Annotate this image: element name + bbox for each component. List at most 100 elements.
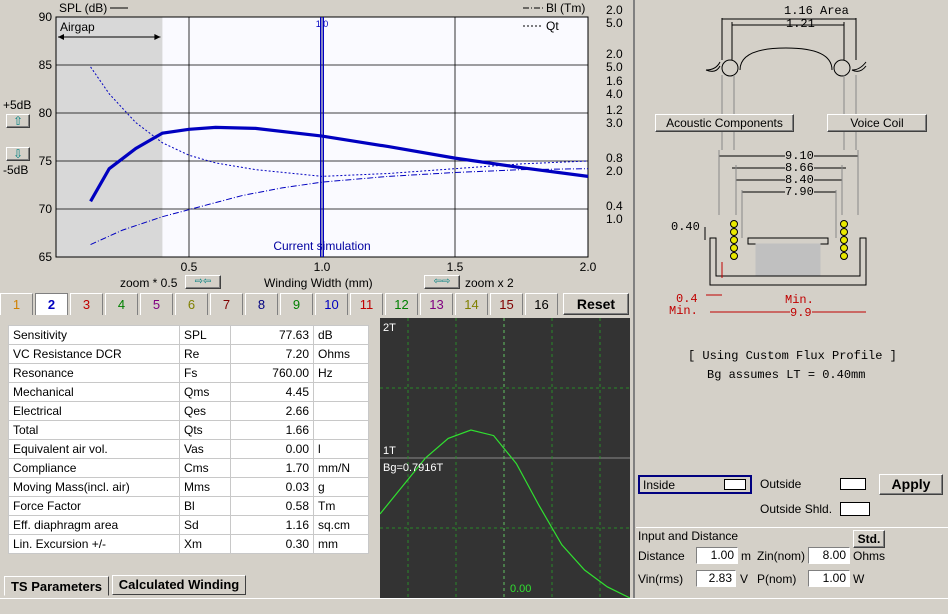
coil-right xyxy=(841,221,848,260)
tab-6[interactable]: 6 xyxy=(175,293,208,315)
ts-param-name: Eff. diaphragm area xyxy=(9,516,180,535)
ts-param-value: 2.66 xyxy=(231,402,314,421)
qt-axis-label: 3.0 xyxy=(606,116,623,130)
legend-bl: Bl (Tm) xyxy=(546,1,585,15)
tab-7[interactable]: 7 xyxy=(210,293,243,315)
zin-label: Zin(nom) xyxy=(757,549,805,563)
ts-param-value: 0.30 xyxy=(231,535,314,554)
zoom-up-button[interactable]: ⇧ xyxy=(6,114,30,128)
ts-param-value: 4.45 xyxy=(231,383,314,402)
ts-param-value: 0.03 xyxy=(231,478,314,497)
legend-qt: Qt xyxy=(546,19,559,33)
qt-axis-label: 5.0 xyxy=(606,60,623,74)
tab-4[interactable]: 4 xyxy=(105,293,138,315)
ts-param-unit: g xyxy=(314,478,369,497)
zoom-double-label: zoom x 2 xyxy=(465,276,514,290)
ts-param-unit xyxy=(314,402,369,421)
qt-axis-label: 2.0 xyxy=(606,164,623,178)
bl-axis-label: 2.0 xyxy=(606,47,623,61)
airgap-region xyxy=(56,17,162,257)
ts-row: Eff. diaphragm areaSd1.16sq.cm xyxy=(9,516,369,535)
ts-param-unit: dB xyxy=(314,326,369,345)
pnom-input[interactable]: 1.00 xyxy=(808,570,850,587)
dim-99: 9.9 xyxy=(790,306,812,320)
distance-input[interactable]: 1.00 xyxy=(696,547,738,564)
ts-param-unit xyxy=(314,421,369,440)
ts-row: VC Resistance DCRRe7.20Ohms xyxy=(9,345,369,364)
current-x-label: 1.0 xyxy=(316,19,329,29)
tab-13[interactable]: 13 xyxy=(420,293,453,315)
apply-button[interactable]: Apply xyxy=(879,474,943,495)
tab-8[interactable]: 8 xyxy=(245,293,278,315)
tab-15[interactable]: 15 xyxy=(490,293,523,315)
tab-1[interactable]: 1 xyxy=(0,293,33,315)
bl-axis-top: 2.0 xyxy=(606,3,623,17)
y-tick-label: 65 xyxy=(39,250,53,264)
zoom-down-label: -5dB xyxy=(3,163,28,177)
ts-param-name: Electrical xyxy=(9,402,180,421)
acoustic-components-button[interactable]: Acoustic Components xyxy=(655,114,794,132)
tab-ts-parameters[interactable]: TS Parameters xyxy=(4,576,109,596)
zoom-down-button[interactable]: ⇩ xyxy=(6,147,30,161)
outside-option[interactable]: Outside xyxy=(757,475,872,494)
arrow-up-icon: ⇧ xyxy=(13,114,23,128)
tab-11[interactable]: 11 xyxy=(350,293,383,315)
outside-shield-option[interactable]: Outside Shld. xyxy=(757,500,872,519)
tab-2[interactable]: 2 xyxy=(35,293,68,315)
ts-row: SensitivitySPL77.63dB xyxy=(9,326,369,345)
current-sim-label: Current simulation xyxy=(273,239,370,253)
tab-3[interactable]: 3 xyxy=(70,293,103,315)
ts-param-symbol: Mms xyxy=(180,478,231,497)
distance-unit: m xyxy=(741,549,751,563)
ts-param-unit xyxy=(314,383,369,402)
ts-param-unit: mm xyxy=(314,535,369,554)
tab-12[interactable]: 12 xyxy=(385,293,418,315)
ts-row: Equivalent air vol.Vas0.00l xyxy=(9,440,369,459)
reset-button[interactable]: Reset xyxy=(563,293,629,315)
ts-row: ElectricalQes2.66 xyxy=(9,402,369,421)
tab-10[interactable]: 10 xyxy=(315,293,348,315)
ts-param-symbol: Qts xyxy=(180,421,231,440)
ts-param-symbol: Re xyxy=(180,345,231,364)
std-button[interactable]: Std. xyxy=(853,530,885,548)
voice-coil-button[interactable]: Voice Coil xyxy=(827,114,927,132)
ts-param-name: Lin. Excursion +/- xyxy=(9,535,180,554)
zin-unit: Ohms xyxy=(853,549,885,563)
tab-14[interactable]: 14 xyxy=(455,293,488,315)
tab-calculated-winding[interactable]: Calculated Winding xyxy=(112,575,246,595)
ts-param-value: 77.63 xyxy=(231,326,314,345)
ts-param-unit: Hz xyxy=(314,364,369,383)
ts-row: TotalQts1.66 xyxy=(9,421,369,440)
tab-5[interactable]: 5 xyxy=(140,293,173,315)
vin-input[interactable]: 2.83 xyxy=(696,570,736,587)
dim-040: 0.40 xyxy=(671,220,700,234)
zin-input[interactable]: 8.00 xyxy=(808,547,850,564)
ts-row: Moving Mass(incl. air)Mms0.03g xyxy=(9,478,369,497)
x-tick-label: 0.5 xyxy=(181,260,198,274)
zoom-double-button[interactable]: ⇦⇨ xyxy=(424,275,460,289)
input-title: Input and Distance xyxy=(638,529,738,543)
dim-area: 1.16 Area xyxy=(784,4,849,18)
inside-option[interactable]: Inside xyxy=(638,475,752,494)
ts-param-name: Moving Mass(incl. air) xyxy=(9,478,180,497)
magnet-outside-icon xyxy=(840,478,866,490)
ts-row: MechanicalQms4.45 xyxy=(9,383,369,402)
zoom-half-button[interactable]: ⇨⇦ xyxy=(185,275,221,289)
outside-label: Outside xyxy=(760,477,801,491)
x-tick-label: 1.5 xyxy=(447,260,464,274)
ts-param-name: Resonance xyxy=(9,364,180,383)
bl-axis-label: 0.8 xyxy=(606,151,623,165)
status-bar xyxy=(0,598,948,614)
ts-param-unit: l xyxy=(314,440,369,459)
tab-9[interactable]: 9 xyxy=(280,293,313,315)
flux-1t-label: 1T xyxy=(383,445,396,457)
x-tick-label: 1.0 xyxy=(314,260,331,274)
tab-16[interactable]: 16 xyxy=(525,293,558,315)
ts-param-symbol: Sd xyxy=(180,516,231,535)
ts-param-unit: sq.cm xyxy=(314,516,369,535)
vin-label: Vin(rms) xyxy=(638,572,683,586)
flux-note: [ Using Custom Flux Profile ] xyxy=(688,349,897,363)
dim-121: 1.21 xyxy=(786,17,815,31)
magnet-inside-icon xyxy=(724,479,746,490)
qt-axis-top: 5.0 xyxy=(606,16,623,30)
